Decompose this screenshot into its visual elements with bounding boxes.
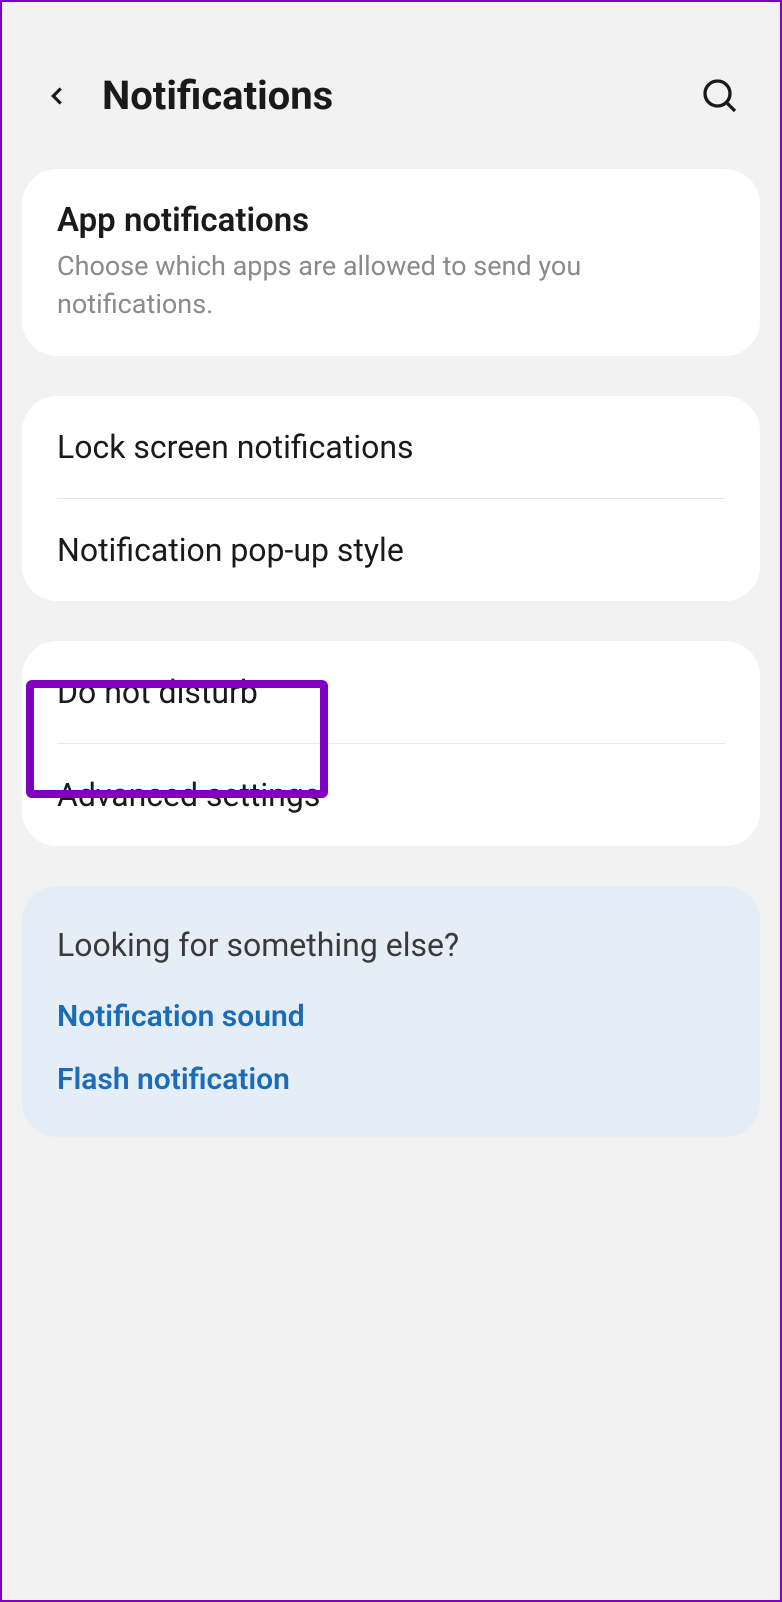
item-app-notifications[interactable]: App notifications Choose which apps are …	[22, 169, 760, 356]
header-left: Notifications	[42, 72, 333, 119]
suggest-title: Looking for something else?	[57, 926, 725, 964]
item-title: App notifications	[57, 201, 725, 240]
card-suggestions: Looking for something else? Notification…	[22, 886, 760, 1137]
item-title: Lock screen notifications	[57, 428, 725, 466]
card-display-group: Lock screen notifications Notification p…	[22, 396, 760, 601]
link-notification-sound[interactable]: Notification sound	[57, 999, 725, 1034]
page-title: Notifications	[102, 72, 333, 119]
item-title: Do not disturb	[57, 673, 725, 711]
item-popup-style[interactable]: Notification pop-up style	[22, 499, 760, 601]
item-title: Notification pop-up style	[57, 531, 725, 569]
back-icon[interactable]	[42, 81, 72, 111]
item-advanced-settings[interactable]: Advanced settings	[22, 744, 760, 846]
search-icon[interactable]	[700, 76, 740, 116]
item-do-not-disturb[interactable]: Do not disturb	[22, 641, 760, 743]
item-subtitle: Choose which apps are allowed to send yo…	[57, 248, 725, 324]
link-flash-notification[interactable]: Flash notification	[57, 1062, 725, 1097]
card-dnd-group: Do not disturb Advanced settings	[22, 641, 760, 846]
card-app-notifications: App notifications Choose which apps are …	[22, 169, 760, 356]
item-title: Advanced settings	[57, 776, 725, 814]
item-lock-screen-notifications[interactable]: Lock screen notifications	[22, 396, 760, 498]
header: Notifications	[2, 2, 780, 169]
